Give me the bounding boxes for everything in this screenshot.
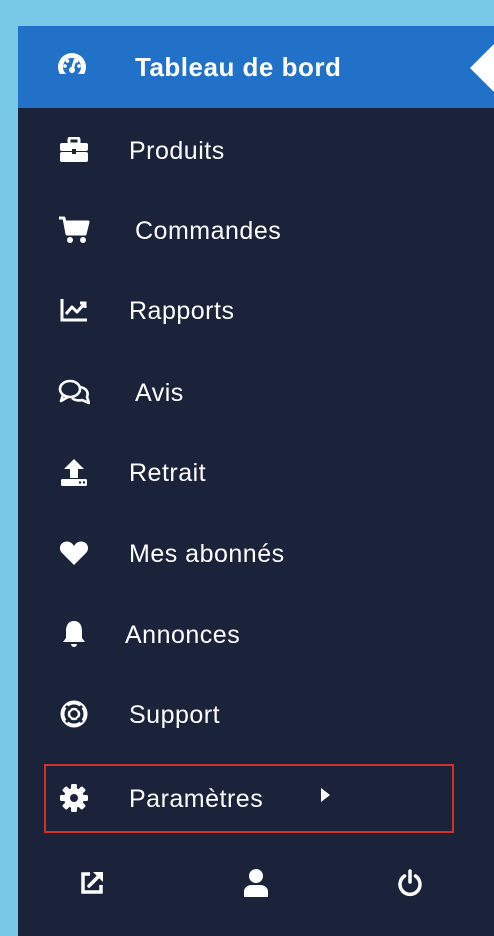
user-icon[interactable] — [234, 861, 278, 905]
menu-item-reports[interactable]: Rapports — [18, 270, 494, 350]
menu-item-products[interactable]: Produits — [18, 110, 494, 190]
submenu-caret-icon — [321, 788, 330, 802]
menu-item-orders[interactable]: Commandes — [18, 190, 494, 270]
menu-item-label: Paramètres — [129, 785, 264, 813]
menu-item-followers[interactable]: Mes abonnés — [18, 513, 494, 593]
line-chart-icon — [58, 294, 90, 326]
upload-icon — [58, 456, 90, 488]
shopping-cart-icon — [58, 214, 90, 246]
power-icon[interactable] — [388, 861, 432, 905]
comments-icon — [58, 376, 90, 408]
gear-icon — [58, 782, 90, 814]
active-indicator-notch — [470, 44, 494, 92]
menu-item-label: Produits — [129, 137, 225, 165]
menu-item-label: Retrait — [129, 459, 207, 487]
menu-item-announcements[interactable]: Annonces — [18, 594, 494, 674]
menu-item-dashboard[interactable]: Tableau de bord — [18, 26, 494, 108]
menu-item-label: Commandes — [135, 217, 282, 245]
bell-icon — [58, 618, 90, 650]
vendor-sidebar-menu: Tableau de bord Produits Commandes Rappo… — [18, 26, 494, 936]
sidebar-bottom-bar — [18, 851, 494, 921]
briefcase-icon — [58, 134, 90, 166]
menu-item-label: Support — [129, 701, 221, 729]
menu-item-label: Rapports — [129, 297, 235, 325]
dashboard-gauge-icon — [56, 51, 88, 83]
menu-item-withdraw[interactable]: Retrait — [18, 432, 494, 512]
external-link-icon[interactable] — [70, 861, 114, 905]
menu-item-label: Tableau de bord — [135, 52, 342, 82]
menu-item-label: Avis — [135, 379, 184, 407]
menu-item-label: Mes abonnés — [129, 540, 285, 568]
menu-item-label: Annonces — [125, 621, 241, 649]
menu-item-support[interactable]: Support — [18, 674, 494, 754]
page-background: Tableau de bord Produits Commandes Rappo… — [0, 0, 494, 936]
life-ring-icon — [58, 698, 90, 730]
menu-item-settings[interactable]: Paramètres — [18, 758, 494, 838]
menu-item-reviews[interactable]: Avis — [18, 352, 494, 432]
heart-icon — [58, 537, 90, 569]
